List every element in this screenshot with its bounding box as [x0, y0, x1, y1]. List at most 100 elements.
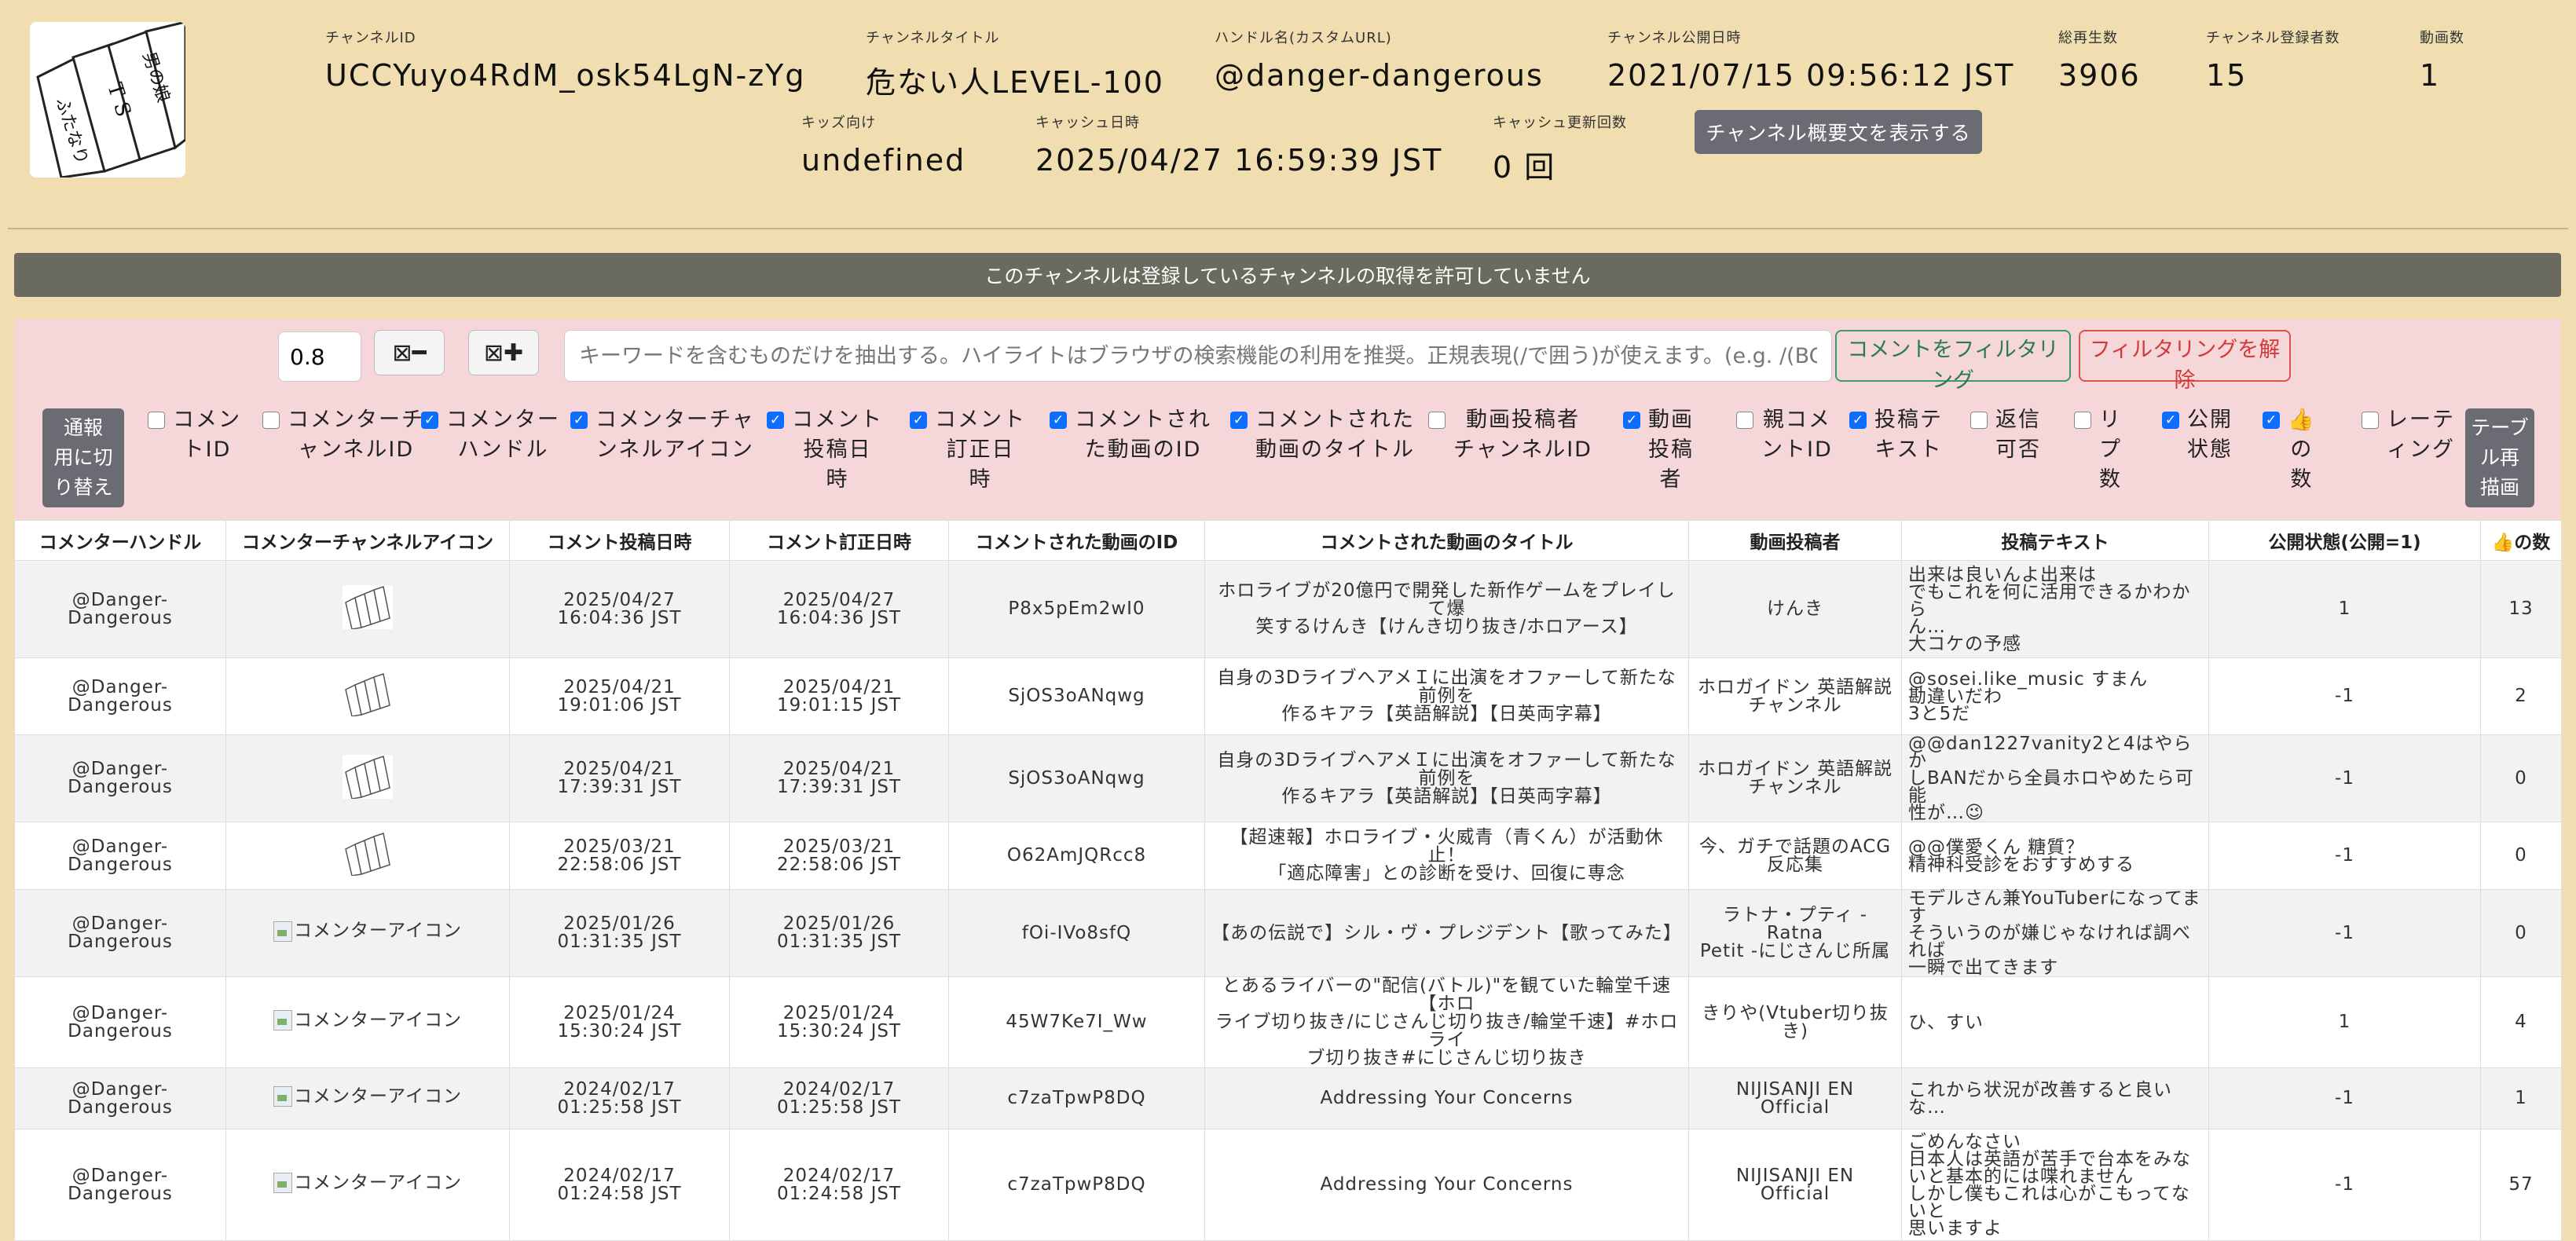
column-toggle-label-line: ィング: [2387, 437, 2455, 462]
keyword-filter-input[interactable]: [564, 330, 1832, 382]
column-header[interactable]: 👍の数: [2480, 520, 2562, 561]
comments-table: コメンターハンドル コメンターチャンネルアイコン コメント投稿日時 コメント訂正日時コ…: [14, 520, 2562, 1241]
report-mode-toggle-button[interactable]: 通報 用に切 り替え: [42, 408, 124, 507]
comment-text-cell: これから状況が改善すると良いな…: [1901, 1067, 2209, 1129]
column-toggle-checkbox[interactable]: [1428, 412, 1446, 429]
column-toggle[interactable]: コメン トID: [148, 405, 241, 465]
channel-title-block: チャンネルタイトル 危ない人LEVEL-100: [866, 27, 1164, 101]
column-toggle-checkbox[interactable]: [1623, 412, 1640, 429]
zoom-input[interactable]: [278, 331, 361, 382]
uploader-cell: ホロガイドン 英語解説 チャンネル: [1688, 657, 1902, 735]
column-toggle-label-line: 時: [826, 467, 849, 492]
column-toggle-checkbox[interactable]: [1736, 412, 1753, 429]
column-toggle-label-line: 訂正日: [946, 437, 1015, 462]
table-header-row: コメンターハンドル コメンターチャンネルアイコン コメント投稿日時 コメント訂正日時コ…: [14, 520, 2562, 561]
column-toggle-label-line: チャンネルID: [1453, 437, 1592, 462]
commenter-handle-cell: @Danger- Dangerous: [14, 1067, 226, 1129]
column-toggle-label-line: トID: [182, 437, 232, 462]
channel-avatar: ふたなり T S 男の娘: [30, 22, 185, 178]
column-toggle[interactable]: コメント投稿日時: [767, 405, 883, 495]
column-toggle[interactable]: 親コメ ントID: [1736, 405, 1833, 465]
column-header[interactable]: コメント訂正日時: [729, 520, 949, 561]
commenter-icon-cell: [225, 822, 510, 890]
column-toggle-label-line: の: [2290, 437, 2314, 462]
avatar-image: ふたなり T S 男の娘: [30, 22, 185, 178]
channel-kids-value: undefined: [801, 143, 966, 178]
video-id-cell: c7zaTpwP8DQ: [948, 1067, 1205, 1129]
channel-views-block: 総再生数 3906: [2058, 27, 2141, 93]
commenter-icon-cell: [225, 657, 510, 735]
column-toggle-label-line: コメント: [792, 408, 883, 432]
video-title-cell: とあるライバーの"配信(バトル)"を観ていた輪堂千速【ホロ ライブ切り抜き/にじ…: [1204, 976, 1689, 1068]
column-header[interactable]: コメントされた動画のタイトル: [1204, 520, 1689, 561]
column-toggle-label: コメンターチャ ンネルアイコン: [595, 405, 755, 465]
column-header[interactable]: コメンターハンドル: [14, 520, 226, 561]
column-toggle-label: コメント 訂正日時: [935, 405, 1026, 495]
redraw-table-button[interactable]: テーブ ル再 描画: [2465, 408, 2534, 507]
video-title-cell: Addressing Your Concerns: [1204, 1067, 1689, 1129]
column-toggle[interactable]: コメントされた動画のタイトル: [1230, 405, 1415, 465]
channel-title-label: チャンネルタイトル: [866, 30, 1000, 46]
column-toggle-label-line: コメンター: [446, 408, 560, 432]
column-toggle-checkbox[interactable]: [421, 412, 438, 429]
column-toggle-label-line: コメンターチ: [288, 408, 424, 432]
column-toggle-checkbox[interactable]: [1230, 412, 1248, 429]
column-toggle-label-line: 親コメ: [1762, 408, 1831, 432]
column-toggle-checkbox[interactable]: [910, 412, 927, 429]
column-toggle-label-line: キスト: [1874, 437, 1943, 462]
column-header[interactable]: 動画投稿者: [1688, 520, 1902, 561]
commenter-avatar-icon: [343, 832, 393, 876]
column-toggle[interactable]: コメンターチャンネルアイコン: [570, 405, 755, 465]
column-toggle-label: 親コメ ントID: [1761, 405, 1833, 465]
column-toggle-checkbox[interactable]: [570, 412, 588, 429]
clear-filter-button[interactable]: フィルタリングを解除: [2079, 330, 2291, 393]
column-header[interactable]: 投稿テキスト: [1901, 520, 2209, 561]
column-toggle[interactable]: コメントされた動画のID: [1050, 405, 1211, 465]
edited-date-cell: 2025/04/27 16:04:36 JST: [729, 560, 949, 658]
column-header[interactable]: コメントされた動画のID: [948, 520, 1205, 561]
show-description-button[interactable]: チャンネル概要文を表示する: [1695, 110, 1982, 154]
column-toggle[interactable]: 公開状態: [2162, 405, 2233, 465]
column-toggle[interactable]: 動画投稿者 チャンネルID: [1428, 405, 1592, 465]
column-toggle-checkbox[interactable]: [2263, 412, 2280, 429]
column-header[interactable]: 公開状態(公開=1): [2208, 520, 2481, 561]
column-toggle[interactable]: コメンターチ ャンネルID: [262, 405, 424, 465]
zoom-in-button[interactable]: ⊠✚: [468, 330, 539, 375]
edited-date-cell: 2024/02/17 01:24:58 JST: [729, 1129, 949, 1241]
column-toggle[interactable]: 👍 の数: [2263, 405, 2316, 495]
column-toggle[interactable]: レーテ ィング: [2362, 405, 2455, 465]
commenter-handle-cell: @Danger- Dangerous: [14, 734, 226, 822]
video-title-cell: ホロライブが20億円で開発した新作ゲームをプレイして爆 笑するけんき【けんき切り…: [1204, 560, 1689, 658]
column-toggle[interactable]: 返信 可否: [1970, 405, 2041, 465]
uploader-cell: ラトナ・プティ -Ratna Petit -にじさんじ所属: [1688, 889, 1902, 977]
filter-comments-button[interactable]: コメントをフィルタリング: [1835, 330, 2071, 393]
comment-text-cell: 出来は良いんよ出来は でもこれを何に活用できるかわから ん… 大コケの予感: [1901, 560, 2209, 658]
column-toggle-checkbox[interactable]: [1849, 412, 1867, 429]
column-toggle[interactable]: コメンターハンドル: [421, 405, 560, 465]
column-toggle-checkbox[interactable]: [767, 412, 784, 429]
column-header[interactable]: コメント投稿日時: [509, 520, 730, 561]
video-id-cell: 45W7Ke7I_Ww: [948, 976, 1205, 1068]
zoom-out-button[interactable]: ⊠━: [374, 330, 445, 375]
column-toggle-checkbox[interactable]: [2074, 412, 2091, 429]
column-toggle-checkbox[interactable]: [262, 412, 280, 429]
column-toggle-label-line: 時: [969, 467, 992, 492]
column-toggle-checkbox[interactable]: [2362, 412, 2379, 429]
channel-subs-label: チャンネル登録者数: [2206, 30, 2340, 46]
column-toggle-label: 公開 状態: [2187, 405, 2233, 465]
posted-date-cell: 2025/04/21 17:39:31 JST: [509, 734, 730, 822]
commenter-icon-cell: [225, 734, 510, 822]
column-toggle-checkbox[interactable]: [2162, 412, 2179, 429]
commenter-icon-alt: コメンターアイコン: [294, 1009, 462, 1031]
column-toggle-checkbox[interactable]: [148, 412, 165, 429]
control-panel: ⊠━ ⊠✚ コメントをフィルタリング フィルタリングを解除 通報 用に切 り替え…: [14, 319, 2561, 520]
column-toggle-checkbox[interactable]: [1050, 412, 1067, 429]
column-toggle-checkbox[interactable]: [1970, 412, 1988, 429]
column-toggle-label-line: コメントされた: [1255, 408, 1415, 432]
channel-videos-value: 1: [2420, 58, 2441, 93]
column-toggle[interactable]: 動画投稿者: [1623, 405, 1694, 495]
column-toggle[interactable]: コメント訂正日時: [910, 405, 1026, 495]
column-toggle[interactable]: リプ数: [2074, 405, 2122, 495]
column-toggle[interactable]: 投稿テキスト: [1849, 405, 1943, 465]
column-header[interactable]: コメンターチャンネルアイコン: [225, 520, 510, 561]
